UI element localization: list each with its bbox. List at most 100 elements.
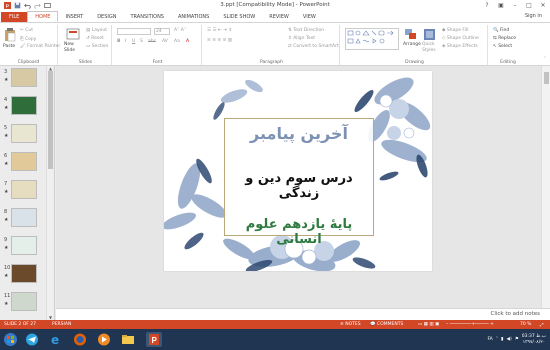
shape-effects-button[interactable]: ◈ Shape Effects bbox=[442, 44, 478, 49]
slide-thumbnail[interactable]: 3 ★ bbox=[0, 67, 45, 91]
smartart-button[interactable]: ⇄ Convert to SmartArt bbox=[288, 44, 339, 49]
maximize-icon[interactable]: □ bbox=[522, 0, 536, 11]
thumbnail-image bbox=[11, 124, 37, 143]
telegram-icon[interactable] bbox=[24, 332, 40, 347]
minimize-icon[interactable]: – bbox=[508, 0, 522, 11]
powerpoint-taskbar-icon[interactable]: P bbox=[146, 332, 162, 347]
cut-button[interactable]: ✂ Cut bbox=[20, 28, 33, 33]
select-button[interactable]: ↖ Select bbox=[493, 44, 512, 49]
tab-file[interactable]: FILE bbox=[1, 12, 28, 22]
firefox-icon[interactable] bbox=[72, 332, 88, 347]
shapes-gallery[interactable] bbox=[345, 28, 399, 50]
redo-icon[interactable] bbox=[34, 2, 41, 9]
paste-button[interactable]: Paste bbox=[3, 44, 15, 49]
font-name-box[interactable] bbox=[117, 28, 151, 35]
slide-thumbnail[interactable]: 4 ★ bbox=[0, 95, 45, 119]
bold-button[interactable]: B bbox=[117, 39, 120, 44]
arrange-button[interactable]: Arrange bbox=[403, 42, 421, 47]
tab-slide-show[interactable]: SLIDE SHOW bbox=[216, 12, 262, 22]
scrollbar-thumb[interactable] bbox=[48, 71, 53, 169]
font-color-button[interactable]: A bbox=[186, 39, 189, 44]
find-button[interactable]: 🔍 Find bbox=[493, 28, 509, 33]
paste-icon[interactable] bbox=[4, 28, 16, 42]
comments-toggle[interactable]: 💬 COMMENTS bbox=[370, 322, 403, 327]
align-buttons[interactable]: ≡ ≡ ≡ ≡ ▥ bbox=[207, 38, 232, 43]
italic-button[interactable]: I bbox=[125, 39, 126, 44]
slide-thumbnail[interactable]: 5 ★ bbox=[0, 123, 45, 147]
start-slideshow-icon[interactable] bbox=[44, 2, 51, 9]
notes-pane[interactable]: Click to add notes bbox=[56, 308, 550, 320]
font-size-box[interactable]: 24 bbox=[154, 28, 170, 35]
align-text-button[interactable]: ⇕ Align Text bbox=[288, 36, 315, 41]
flag-icon[interactable]: ⚑ bbox=[515, 337, 519, 342]
start-button-icon[interactable] bbox=[2, 332, 19, 347]
language-indicator[interactable]: PERSIAN bbox=[52, 322, 71, 327]
strikethrough-button[interactable]: abc bbox=[148, 39, 156, 44]
view-buttons[interactable]: ▭ ▦ ▥ ▣ bbox=[418, 322, 439, 327]
tab-view[interactable]: VIEW bbox=[296, 12, 323, 22]
change-case-button[interactable]: Aa bbox=[174, 39, 180, 44]
shadow-button[interactable]: S bbox=[140, 39, 143, 44]
slide-thumbnail[interactable]: 11 ★ bbox=[0, 291, 45, 315]
ribbon-tabs: FILE HOME INSERT DESIGN TRANSITIONS ANIM… bbox=[0, 11, 550, 22]
ribbon-options-icon[interactable]: ▣ bbox=[494, 0, 508, 11]
slide-scrollbar[interactable] bbox=[541, 66, 550, 308]
slide-thumbnail[interactable]: 6 ★ bbox=[0, 151, 45, 175]
slide-title[interactable]: آخرین پیامبر bbox=[225, 124, 373, 143]
save-icon[interactable] bbox=[14, 2, 21, 9]
quick-styles-icon[interactable] bbox=[424, 29, 435, 40]
tab-design[interactable]: DESIGN bbox=[90, 12, 123, 22]
notes-toggle[interactable]: ≡ NOTES bbox=[340, 322, 361, 327]
scrollbar-thumb[interactable] bbox=[544, 72, 549, 84]
tray-arrow-icon[interactable]: ˄ bbox=[496, 337, 498, 342]
text-direction-button[interactable]: ⇅ Text Direction bbox=[288, 28, 324, 33]
font-grow-icon[interactable]: A˄ A˅ bbox=[174, 28, 186, 33]
reset-button[interactable]: ↺ Reset bbox=[86, 36, 104, 41]
undo-icon[interactable] bbox=[24, 2, 31, 9]
collapse-ribbon-icon[interactable]: ˄ bbox=[544, 57, 546, 62]
zoom-slider[interactable]: – ────────+───── + bbox=[446, 322, 494, 327]
tab-transitions[interactable]: TRANSITIONS bbox=[123, 12, 171, 22]
language-indicator[interactable]: FA bbox=[487, 337, 492, 342]
fit-slide-icon[interactable]: ⤢ bbox=[540, 322, 544, 328]
slide-thumbnail[interactable]: 9 ★ bbox=[0, 235, 45, 259]
notes-toggle-label: NOTES bbox=[345, 322, 361, 327]
tab-insert[interactable]: INSERT bbox=[58, 12, 90, 22]
zoom-level[interactable]: 70 % bbox=[520, 322, 531, 327]
section-button[interactable]: ▭ Section bbox=[86, 44, 108, 49]
slide-thumbnail[interactable]: 10 ★ bbox=[0, 263, 45, 287]
spacing-button[interactable]: AV bbox=[162, 39, 168, 44]
slide-subtitle[interactable]: درس سوم دین و زندگی bbox=[225, 171, 373, 201]
slide-thumbnail[interactable]: 7 ★ bbox=[0, 179, 45, 203]
slide-thumbnail[interactable]: 8 ★ bbox=[0, 207, 45, 231]
current-slide[interactable]: آخرین پیامبر درس سوم دین و زندگی پایهٔ ی… bbox=[164, 71, 432, 271]
quick-styles-button[interactable]: Quick Styles bbox=[422, 42, 440, 54]
arrange-icon[interactable] bbox=[405, 29, 417, 40]
clock[interactable]: 03:37 ب.ظ ۱۳۹۷/۰۸/۲۰ bbox=[522, 334, 546, 346]
format-painter-button[interactable]: 🖌 Format Painter bbox=[20, 44, 60, 49]
file-explorer-icon[interactable] bbox=[120, 332, 136, 347]
help-icon[interactable]: ? bbox=[480, 0, 494, 11]
shape-outline-button[interactable]: ◇ Shape Outline bbox=[442, 36, 479, 41]
underline-button[interactable]: U bbox=[132, 39, 135, 44]
new-slide-button[interactable]: New Slide bbox=[64, 42, 84, 54]
new-slide-icon[interactable] bbox=[66, 28, 80, 40]
thumbnail-image bbox=[11, 208, 37, 227]
volume-icon[interactable]: ◀) bbox=[506, 337, 511, 342]
sign-in-link[interactable]: Sign in bbox=[525, 13, 542, 19]
slide-grade-text[interactable]: پایهٔ یازدهم علوم انسانی bbox=[225, 217, 373, 247]
layout-button[interactable]: ▤ Layout bbox=[86, 28, 107, 33]
replace-button[interactable]: ⇆ Replace bbox=[493, 36, 516, 41]
thumbnail-scrollbar[interactable]: ▲ ▼ bbox=[46, 66, 53, 320]
shape-fill-button[interactable]: ◆ Shape Fill bbox=[442, 28, 468, 33]
close-icon[interactable]: ✕ bbox=[536, 0, 550, 11]
tab-animations[interactable]: ANIMATIONS bbox=[171, 12, 216, 22]
bullets-button[interactable]: ☰ ☰ ⇤ ⇥ ↕ bbox=[207, 28, 232, 33]
network-icon[interactable]: ▮ bbox=[501, 337, 503, 342]
cut-label: Cut bbox=[25, 28, 33, 33]
tab-home[interactable]: HOME bbox=[27, 11, 59, 22]
internet-explorer-icon[interactable]: e bbox=[48, 332, 64, 347]
media-player-icon[interactable] bbox=[96, 332, 112, 347]
tab-review[interactable]: REVIEW bbox=[262, 12, 296, 22]
copy-button[interactable]: ⎘ Copy bbox=[20, 36, 36, 42]
